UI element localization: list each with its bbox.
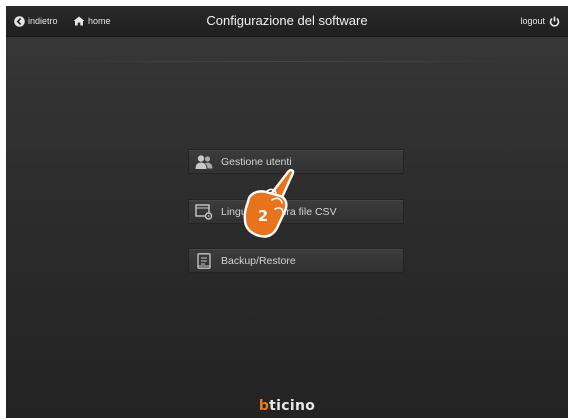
backup-icon [197,252,211,269]
app-window: indietro home Configurazione del softwar… [6,6,568,418]
logo-letter: b [258,398,270,414]
background-highlight [46,61,528,62]
csv-settings-icon [195,203,213,220]
logout-label: logout [520,16,545,26]
step-number: 2 [258,207,268,225]
bticino-logo: bticino [6,398,568,414]
users-icon [195,154,213,169]
top-bar: indietro home Configurazione del softwar… [6,6,568,37]
logo-text: ticino [269,398,316,414]
menu-item-label: Backup/Restore [221,254,296,267]
menu-item-backup-restore[interactable]: Backup/Restore [188,248,404,273]
page-title: Configurazione del software [206,13,368,28]
logout-button[interactable]: logout [520,6,560,36]
pointing-hand-icon: 2 [243,169,295,238]
power-icon [549,16,560,27]
